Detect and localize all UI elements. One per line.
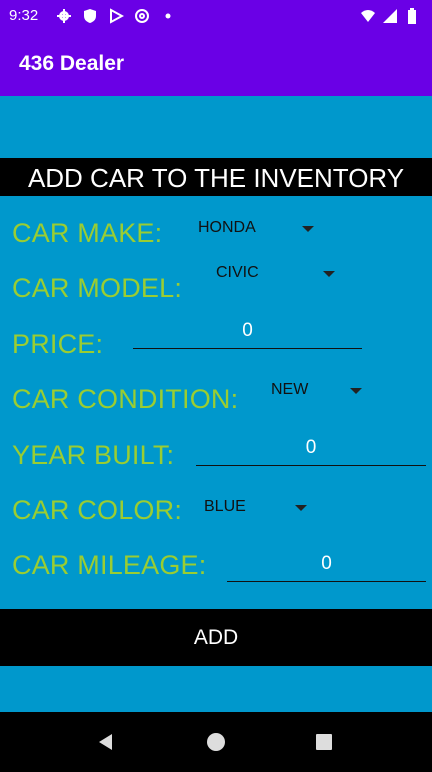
price-input[interactable]: 0 [133, 320, 362, 349]
system-icons [360, 8, 420, 24]
car-model-label: CAR MODEL: [12, 273, 183, 303]
play-store-icon [110, 8, 124, 24]
car-model-spinner[interactable]: CIVIC [216, 264, 340, 286]
status-bar: 9:32 [0, 0, 432, 32]
form-heading: ADD CAR TO THE INVENTORY [0, 158, 432, 196]
year-built-input[interactable]: 0 [196, 437, 426, 466]
add-button[interactable]: ADD [0, 609, 432, 666]
car-make-label: CAR MAKE: [12, 218, 163, 248]
wifi-icon [361, 10, 375, 22]
status-time: 9:32 [9, 7, 39, 24]
dot-icon [165, 13, 171, 19]
app-title: 436 Dealer [19, 52, 125, 75]
chevron-down-icon [350, 388, 362, 394]
app-bar: 436 Dealer [0, 32, 432, 96]
car-condition-spinner[interactable]: NEW [271, 381, 367, 403]
home-icon[interactable] [205, 731, 227, 753]
car-color-value: BLUE [204, 498, 246, 515]
car-mileage-input[interactable]: 0 [227, 553, 426, 582]
car-color-label: CAR COLOR: [12, 495, 183, 525]
car-model-value: CIVIC [216, 264, 259, 281]
car-condition-value: NEW [271, 381, 309, 398]
shield-icon [84, 9, 96, 23]
car-mileage-label: CAR MILEAGE: [12, 550, 207, 580]
car-condition-label: CAR CONDITION: [12, 384, 239, 414]
at-sign-icon [135, 9, 149, 23]
car-color-spinner[interactable]: BLUE [204, 498, 314, 520]
notification-icons [56, 8, 176, 24]
battery-icon [408, 8, 416, 24]
recents-icon[interactable] [314, 732, 334, 752]
chevron-down-icon [302, 226, 314, 232]
chevron-down-icon [323, 271, 335, 277]
navigation-bar [0, 712, 432, 772]
car-make-spinner[interactable]: HONDA [198, 219, 318, 241]
price-label: PRICE: [12, 329, 104, 359]
back-icon[interactable] [96, 732, 116, 752]
gear-icon [57, 9, 71, 23]
chevron-down-icon [295, 505, 307, 511]
year-built-label: YEAR BUILT: [12, 440, 175, 470]
car-make-value: HONDA [198, 219, 256, 236]
cellular-icon [383, 9, 397, 23]
